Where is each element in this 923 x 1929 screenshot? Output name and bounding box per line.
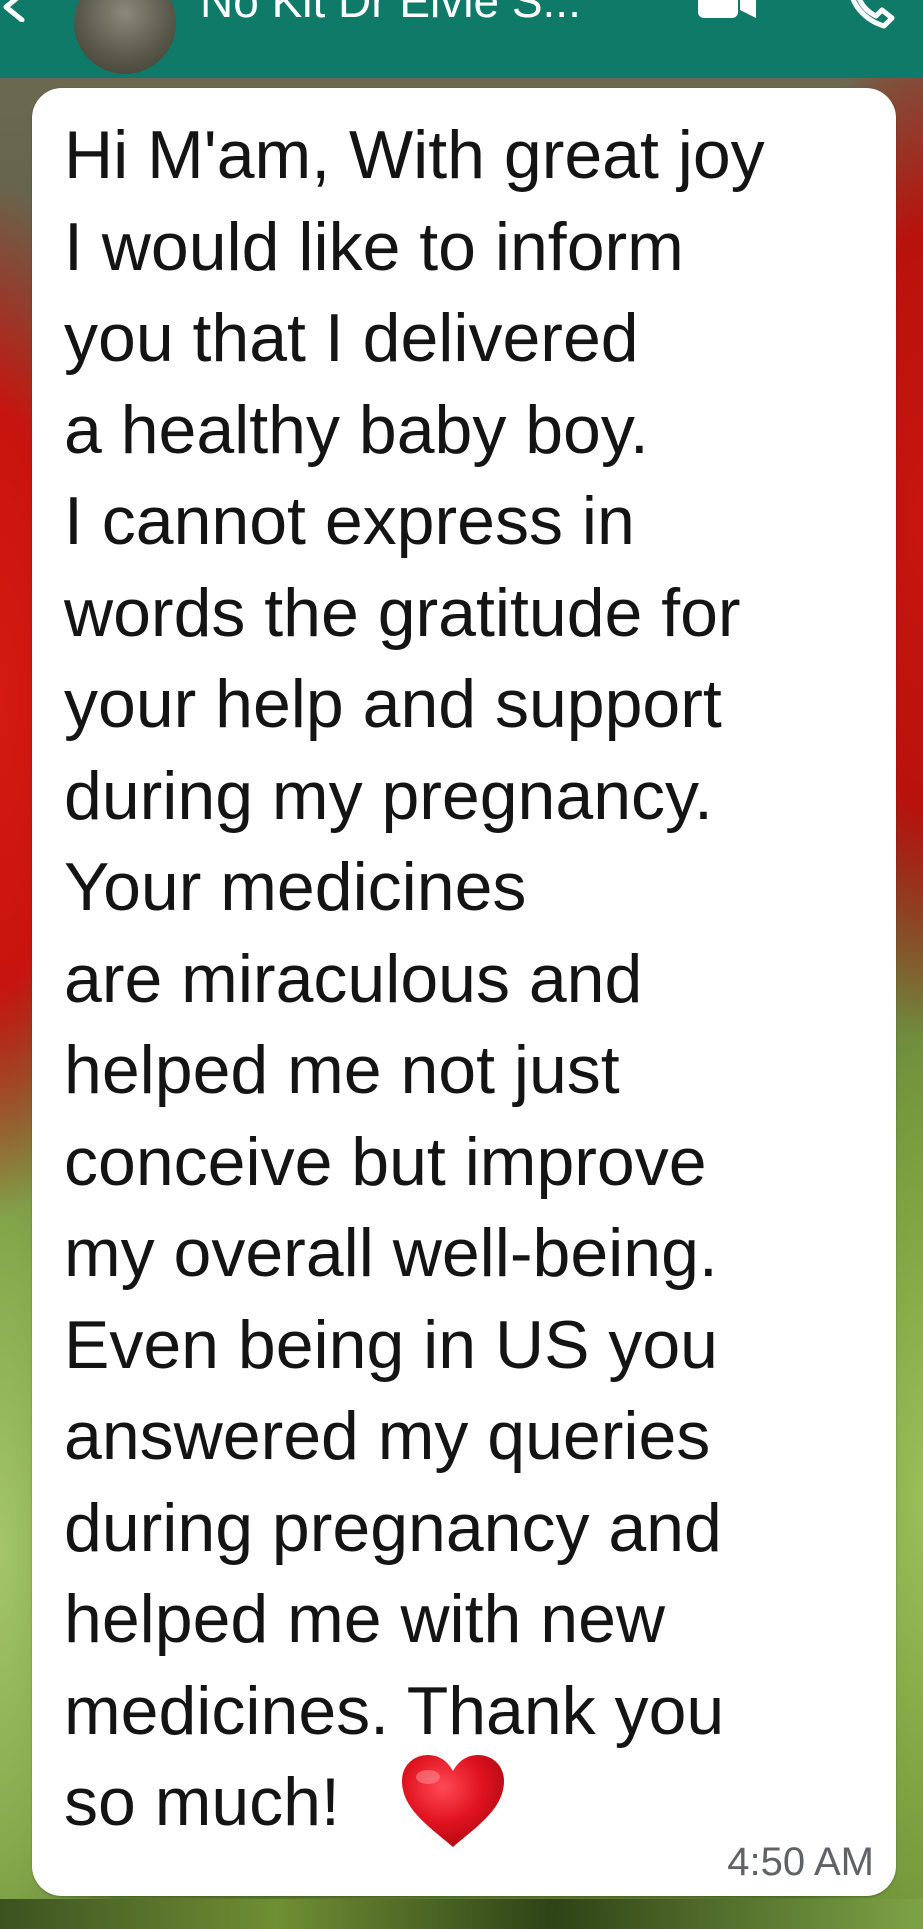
- chat-header: No Kit Dr Elvie S...: [0, 0, 923, 78]
- message-timestamp: 4:50 AM: [727, 1840, 874, 1884]
- arrow-left-icon[interactable]: [0, 0, 30, 23]
- contact-name[interactable]: No Kit Dr Elvie S...: [200, 0, 581, 24]
- video-camera-icon[interactable]: [698, 0, 758, 24]
- red-heart-icon: [400, 1753, 506, 1849]
- message-text: Hi M'am, With great joy I would like to …: [64, 117, 765, 1840]
- phone-icon[interactable]: [846, 0, 896, 30]
- message-bubble[interactable]: Hi M'am, With great joy I would like to …: [32, 88, 896, 1896]
- avatar[interactable]: [72, 0, 178, 76]
- wallpaper-bottom-strip: [0, 1899, 923, 1929]
